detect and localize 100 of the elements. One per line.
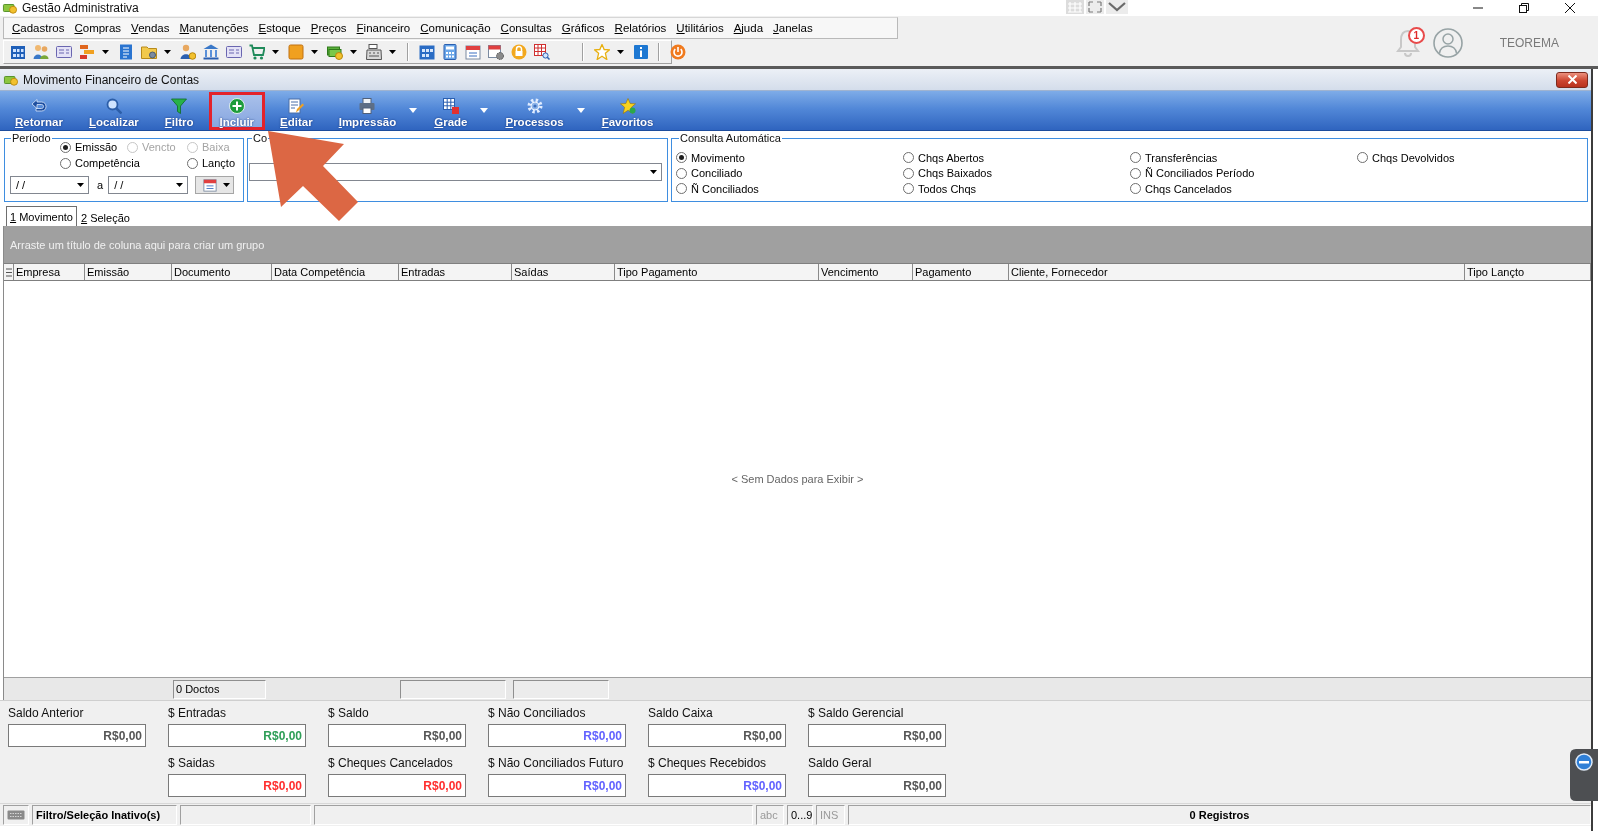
column-header[interactable]: Data Competência <box>272 264 399 280</box>
calendar-icon[interactable] <box>418 44 435 60</box>
caret-down-icon[interactable] <box>389 50 396 54</box>
menu-item[interactable]: Consultas <box>495 22 557 34</box>
ribbon-button[interactable]: Processos <box>494 91 575 130</box>
radio-option[interactable]: Ñ Conciliados <box>676 181 903 197</box>
bank-icon[interactable] <box>202 44 219 60</box>
column-header[interactable]: Tipo Pagamento <box>615 264 819 280</box>
caret-down-icon[interactable] <box>350 50 357 54</box>
radio-button[interactable] <box>60 157 71 169</box>
radio-button[interactable] <box>1130 167 1141 179</box>
column-header[interactable]: Emissão <box>85 264 172 280</box>
box-icon[interactable] <box>287 44 304 60</box>
calendar-icon[interactable] <box>464 44 481 60</box>
menu-item[interactable]: Janelas <box>768 22 818 34</box>
ribbon-button[interactable]: Editar <box>269 91 324 130</box>
star-icon[interactable] <box>593 44 610 60</box>
person-icon[interactable] <box>179 44 196 60</box>
document-icon[interactable] <box>117 44 134 60</box>
column-header[interactable]: Tipo Lançto <box>1465 264 1591 280</box>
panel-handle-icon[interactable] <box>1570 749 1598 801</box>
tab[interactable]: 1 Movimento <box>6 206 77 226</box>
cart-icon[interactable] <box>248 44 265 60</box>
menu-item[interactable]: Gráficos <box>556 22 610 34</box>
caret-down-icon[interactable] <box>176 183 184 187</box>
money-icon[interactable] <box>326 44 343 60</box>
power-icon[interactable] <box>669 44 686 60</box>
menu-item[interactable]: Compras <box>69 22 127 34</box>
building-icon[interactable] <box>9 44 26 60</box>
radio-button[interactable] <box>1357 152 1368 164</box>
radio-button[interactable] <box>676 183 687 195</box>
column-header[interactable]: Saídas <box>512 264 615 280</box>
id-card-icon[interactable] <box>225 44 242 60</box>
ribbon-button[interactable]: Impressão <box>327 91 408 130</box>
restore-icon[interactable] <box>1519 3 1529 13</box>
calculator-icon[interactable] <box>441 44 458 60</box>
radio-option[interactable]: Movimento <box>676 150 903 166</box>
radio-option[interactable]: Lançto <box>187 155 239 171</box>
radio-button[interactable] <box>187 157 198 169</box>
column-chooser-icon[interactable] <box>5 267 12 277</box>
calendar-gear-icon[interactable] <box>487 44 504 60</box>
ribbon-button[interactable]: Filtro <box>153 91 205 130</box>
column-header[interactable]: Pagamento <box>913 264 1009 280</box>
radio-button[interactable] <box>903 152 914 164</box>
radio-button[interactable] <box>903 167 914 179</box>
radio-button[interactable] <box>903 183 914 195</box>
radio-button[interactable] <box>676 167 687 179</box>
radio-option[interactable]: Conciliado <box>676 165 903 181</box>
caret-down-icon[interactable] <box>77 183 84 187</box>
caret-down-icon[interactable] <box>650 170 657 174</box>
column-header[interactable]: Empresa <box>14 264 85 280</box>
menu-item[interactable]: Cadastros <box>7 22 70 34</box>
menu-item[interactable]: Vendas <box>126 22 175 34</box>
radio-button[interactable] <box>676 152 687 164</box>
close-icon[interactable] <box>1565 3 1575 13</box>
radio-option[interactable]: Transferências <box>1130 150 1357 166</box>
radio-option[interactable]: Chqs Devolvidos <box>1357 150 1584 166</box>
caret-down-icon[interactable] <box>102 50 109 54</box>
ribbon-button[interactable]: Grade <box>423 91 479 130</box>
people-icon[interactable] <box>32 44 49 60</box>
bell-icon[interactable] <box>1394 28 1421 58</box>
caret-down-icon[interactable] <box>617 50 624 54</box>
column-header[interactable]: Documento <box>172 264 272 280</box>
menu-item[interactable]: Relatórios <box>609 22 672 34</box>
date-field[interactable]: / / <box>10 176 89 194</box>
org-chart-icon[interactable] <box>78 44 95 60</box>
folder-icon[interactable] <box>140 44 157 60</box>
ribbon-button[interactable]: Favoritos <box>590 91 665 130</box>
radio-option[interactable]: Ñ Conciliados Período <box>1130 165 1357 181</box>
caret-down-icon[interactable] <box>164 50 171 54</box>
menu-item[interactable]: Utilitários <box>671 22 729 34</box>
table-search-icon[interactable] <box>533 44 550 60</box>
radio-option[interactable]: Competência <box>60 155 187 171</box>
menu-item[interactable]: Estoque <box>253 22 306 34</box>
menu-item[interactable]: Financeiro <box>351 22 416 34</box>
menu-item[interactable]: Manutenções <box>174 22 254 34</box>
radio-option[interactable]: Chqs Cancelados <box>1130 181 1357 197</box>
radio-button[interactable] <box>1130 152 1141 164</box>
radio-option[interactable]: Emissão <box>60 139 127 155</box>
menu-item[interactable]: Ajuda <box>728 22 769 34</box>
calendar-button[interactable] <box>195 176 235 194</box>
chevron-down-icon[interactable] <box>1106 0 1128 14</box>
column-header[interactable]: Entradas <box>399 264 512 280</box>
keyboard-icon[interactable] <box>7 810 25 820</box>
radio-button[interactable] <box>1130 183 1141 195</box>
menu-item[interactable]: Preços <box>305 22 352 34</box>
user-avatar-icon[interactable] <box>1432 28 1463 58</box>
caret-down-icon[interactable] <box>272 50 279 54</box>
radio-option[interactable]: Chqs Abertos <box>903 150 1130 166</box>
radio-button[interactable] <box>60 141 71 153</box>
caret-down-icon[interactable] <box>311 50 318 54</box>
cash-register-icon[interactable] <box>365 44 382 60</box>
ribbon-button[interactable]: Retornar <box>4 91 74 130</box>
radio-option[interactable]: Todos Chqs <box>903 181 1130 197</box>
column-header[interactable]: Vencimento <box>819 264 913 280</box>
close-button[interactable] <box>1556 71 1588 88</box>
date-field[interactable]: / / <box>108 176 189 194</box>
info-icon[interactable] <box>632 44 649 60</box>
menu-item[interactable]: Comunicação <box>415 22 496 34</box>
radio-option[interactable]: Chqs Baixados <box>903 165 1130 181</box>
